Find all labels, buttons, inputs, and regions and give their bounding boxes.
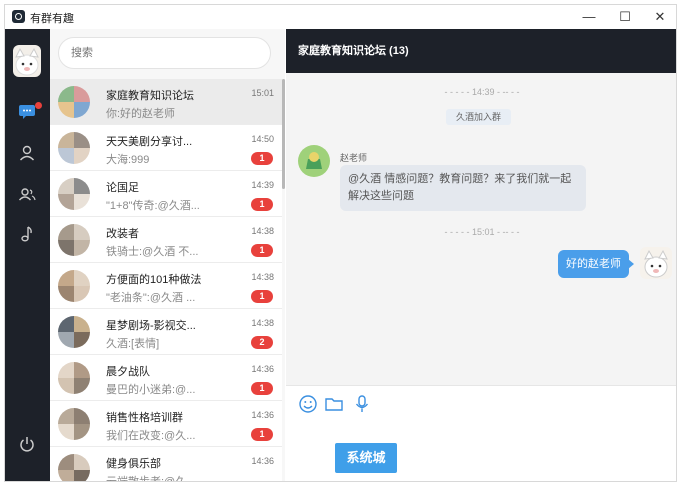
music-icon[interactable] [17, 224, 37, 244]
time-separator: - - - - - 15:01 - -- - - [444, 227, 520, 237]
emoji-icon[interactable] [298, 394, 318, 414]
chat-name: 方便面的101种做法 [106, 274, 202, 286]
chat-time: 14:38 [251, 226, 274, 236]
group-avatar [58, 132, 90, 164]
groups-icon[interactable] [17, 184, 37, 204]
chat-time: 14:38 [251, 318, 274, 328]
chat-preview: 曼巴的小迷弟:@... [106, 384, 196, 396]
unread-badge: 1 [251, 244, 273, 257]
group-avatar [58, 178, 90, 210]
chat-preview: 大海:999 [106, 154, 150, 166]
group-avatar [58, 408, 90, 440]
chat-preview: "老油条":@久酒 ... [106, 292, 196, 304]
group-avatar [58, 86, 90, 118]
contacts-icon[interactable] [17, 143, 37, 163]
group-avatar [58, 316, 90, 348]
conversation-title: 家庭教育知识论坛 (13) [286, 29, 676, 73]
folder-icon[interactable] [324, 394, 344, 414]
chat-icon[interactable] [17, 101, 37, 121]
list-item[interactable]: 方便面的101种做法 "老油条":@久酒 ... 14:38 1 [50, 263, 282, 309]
list-item[interactable]: 论国足 "1+8"传奇:@久酒... 14:39 1 [50, 171, 282, 217]
chat-preview: 云端散步者:@久... [106, 476, 196, 482]
search-input[interactable] [58, 37, 271, 69]
chat-time: 14:36 [251, 410, 274, 420]
chat-name: 星梦剧场-影视交... [106, 320, 196, 332]
chat-name: 改装者 [106, 228, 139, 240]
app-logo-icon [12, 10, 25, 23]
watermark-logo: 系统城 [335, 443, 397, 473]
outgoing-message: 好的赵老师 [558, 250, 634, 278]
title-bar: 有群有趣 — ☐ ✕ [5, 5, 676, 29]
chat-time: 15:01 [251, 88, 274, 98]
close-button[interactable]: ✕ [642, 7, 676, 27]
sender-name: 赵老师 [340, 153, 368, 163]
chat-time: 14:36 [251, 364, 274, 374]
chat-preview: 铁骑士:@久酒 不... [106, 246, 199, 258]
chat-preview: 久酒:[表情] [106, 338, 160, 350]
list-item[interactable]: 改装者 铁骑士:@久酒 不... 14:38 1 [50, 217, 282, 263]
join-notice: 久酒加入群 [446, 109, 512, 125]
power-icon[interactable] [17, 434, 37, 454]
unread-badge: 1 [251, 382, 273, 395]
unread-badge: 1 [251, 428, 273, 441]
list-item[interactable]: 天天美剧分享讨... 大海:999 14:50 1 [50, 125, 282, 171]
app-window: 有群有趣 — ☐ ✕ 搜索 家庭教育知识论坛 你:好的赵老师 15:01 天天美… [4, 4, 677, 482]
group-avatar [58, 224, 90, 256]
app-title: 有群有趣 [30, 13, 74, 25]
chat-name: 销售性格培训群 [106, 412, 183, 424]
chat-preview: "1+8"传奇:@久酒... [106, 200, 200, 212]
chat-name: 健身俱乐部 [106, 458, 161, 470]
chat-list-scrollbar[interactable] [282, 79, 285, 189]
chat-list-panel: 家庭教育知识论坛 你:好的赵老师 15:01 天天美剧分享讨... 大海:999… [50, 29, 285, 482]
chat-name: 晨夕战队 [106, 366, 150, 378]
list-item[interactable]: 家庭教育知识论坛 你:好的赵老师 15:01 [50, 79, 282, 125]
chat-time: 14:50 [251, 134, 274, 144]
time-separator: - - - - - 14:39 - -- - - [444, 87, 520, 97]
chat-time: 14:39 [251, 180, 274, 190]
unread-badge: 2 [251, 336, 273, 349]
chat-preview: 我们在改变:@久... [106, 430, 196, 442]
chat-name: 论国足 [106, 182, 139, 194]
list-item[interactable]: 销售性格培训群 我们在改变:@久... 14:36 1 [50, 401, 282, 447]
unread-badge: 1 [251, 290, 273, 303]
maximize-button[interactable]: ☐ [607, 7, 643, 27]
microphone-icon[interactable] [352, 394, 372, 414]
unread-dot [35, 102, 42, 109]
list-item[interactable]: 晨夕战队 曼巴的小迷弟:@... 14:36 1 [50, 355, 282, 401]
group-avatar [58, 362, 90, 394]
list-item[interactable]: 星梦剧场-影视交... 久酒:[表情] 14:38 2 [50, 309, 282, 355]
group-avatar [58, 454, 90, 481]
chat-list: 家庭教育知识论坛 你:好的赵老师 15:01 天天美剧分享讨... 大海:999… [50, 79, 282, 482]
list-item[interactable]: 健身俱乐部 云端散步者:@久... 14:36 [50, 447, 282, 482]
incoming-message: @久酒 情感问题？教育问题？来了我们就一起解决这些问题 [340, 165, 586, 211]
chat-name: 天天美剧分享讨... [106, 136, 193, 148]
chat-name: 家庭教育知识论坛 [106, 90, 194, 102]
group-avatar [58, 270, 90, 302]
unread-badge: 1 [251, 198, 273, 211]
my-avatar[interactable] [640, 247, 672, 279]
conversation-panel: 家庭教育知识论坛 (13) - - - - - 14:39 - -- - - 久… [286, 29, 676, 481]
user-avatar[interactable] [13, 45, 41, 77]
chat-time: 14:38 [251, 272, 274, 282]
sidebar-nav [5, 29, 50, 481]
unread-badge: 1 [251, 152, 273, 165]
chat-preview: 你:好的赵老师 [106, 108, 176, 120]
sender-avatar[interactable] [298, 145, 330, 177]
minimize-button[interactable]: — [571, 7, 607, 27]
chat-time: 14:36 [251, 456, 274, 466]
